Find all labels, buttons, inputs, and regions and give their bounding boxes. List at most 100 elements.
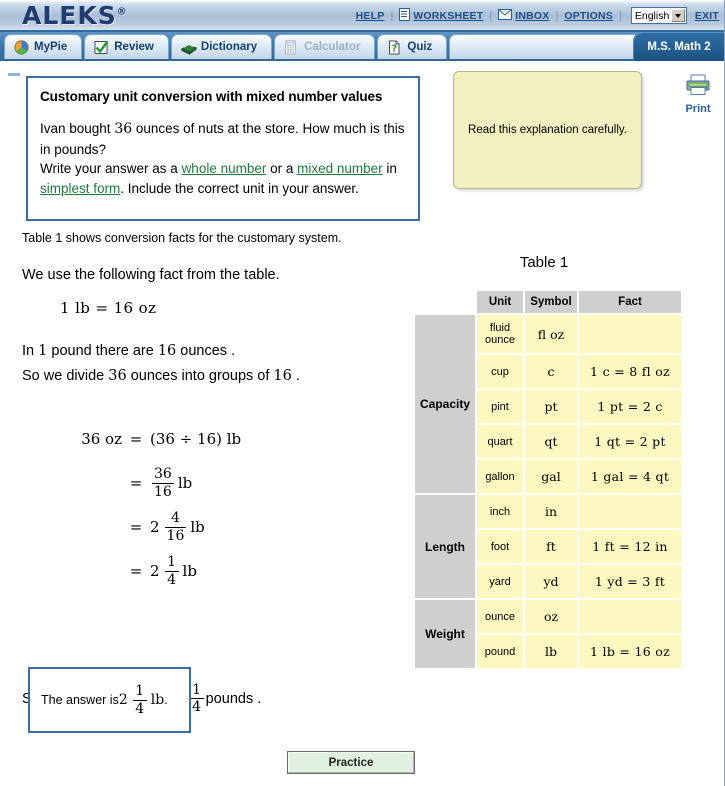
cell-unit: ounce	[477, 600, 523, 633]
cell-symbol: ft	[525, 530, 577, 563]
answer-unit: lb	[150, 692, 165, 708]
fraction-1-over-4: 1 4	[132, 684, 147, 717]
tab-quiz[interactable]: ? Quiz	[377, 34, 448, 59]
cell-unit: yard	[477, 565, 523, 598]
cell-symbol: qt	[525, 425, 577, 458]
worksheet-icon	[399, 7, 411, 24]
cell-fact: 1 qt = 2 pt	[579, 425, 681, 458]
cell-unit: fluid ounce	[477, 315, 523, 353]
in-line-mid: pound there are	[47, 343, 158, 359]
problem-sentence-b-mid: or a	[266, 161, 298, 176]
help-link[interactable]: HELP	[356, 10, 385, 22]
tab-list: MyPie Review Dictionary Calculator ? Qui…	[4, 34, 679, 59]
header-links: HELP | WORKSHEET | INBOX | OPTIONS | Eng…	[356, 7, 719, 24]
tab-calculator: Calculator	[274, 34, 376, 59]
equals-sign: =	[129, 474, 143, 492]
table-row: Weight ounce oz	[415, 600, 681, 668]
language-select[interactable]: English	[630, 7, 687, 24]
group-label-capacity: Capacity	[415, 315, 475, 493]
cell-unit: foot	[477, 530, 523, 563]
svg-text:?: ?	[392, 43, 398, 54]
equation-lhs: 36 oz	[81, 430, 122, 448]
cell-fact: 1 c = 8 fl oz	[579, 355, 681, 388]
table-title: Table 1	[519, 254, 569, 271]
chevron-down-icon[interactable]	[670, 9, 685, 22]
inbox-link[interactable]: INBOX	[515, 10, 549, 22]
fraction-denominator: 4	[135, 700, 145, 717]
link-separator: |	[619, 9, 622, 22]
simplest-form-link[interactable]: simplest form	[40, 181, 120, 196]
problem-sentence-b-post: . Include the correct unit in your answe…	[120, 180, 359, 196]
question-page-icon: ?	[387, 40, 402, 55]
options-link[interactable]: OPTIONS	[564, 10, 613, 22]
solution-intro: Table 1 shows conversion facts for the c…	[22, 231, 342, 245]
cell-symbol: yd	[525, 565, 577, 598]
practice-button[interactable]: Practice	[287, 751, 415, 774]
content-area: Customary unit conversion with mixed num…	[0, 61, 724, 786]
problem-body: Ivan bought 36 ounces of nuts at the sto…	[40, 119, 406, 198]
cell-fact	[579, 315, 681, 353]
in-line-n2: 16	[157, 343, 177, 359]
checkmark-icon	[94, 40, 109, 55]
answer-mixed-number: 2 1 4	[119, 684, 149, 716]
equation-step-3: = 2 4 16 lb	[60, 505, 241, 549]
tab-label: Quiz	[407, 41, 433, 53]
equation-chain: 36 oz = (36 ÷ 16) lb = 36 16 lb = 2 4 16…	[60, 417, 241, 593]
cell-unit: pint	[477, 390, 523, 423]
tab-label: Review	[114, 41, 154, 53]
cell-fact	[579, 495, 681, 528]
fraction-denominator: 4	[192, 699, 202, 716]
explanation-text: Read this explanation carefully.	[468, 124, 627, 136]
exit-link[interactable]: EXIT	[695, 10, 719, 22]
cell-symbol: oz	[525, 600, 577, 633]
collapse-panel-icon[interactable]	[8, 73, 20, 76]
print-label: Print	[685, 103, 711, 115]
tab-mypie[interactable]: MyPie	[4, 34, 83, 59]
aleks-logo: ALEKS®	[22, 1, 128, 30]
cell-symbol: fl oz	[525, 315, 577, 353]
top-header-bar: ALEKS® HELP | WORKSHEET | INBOX | OPTION…	[0, 0, 724, 32]
tab-label: Calculator	[304, 41, 361, 53]
pie-chart-icon	[14, 39, 29, 55]
tab-label: Dictionary	[200, 41, 258, 53]
problem-sentence-b-pre: Write your answer as a	[40, 161, 182, 176]
divide-mid: ounces into groups of	[126, 368, 274, 384]
fraction-numerator: 1	[167, 554, 176, 571]
cell-unit: gallon	[477, 460, 523, 493]
in-line-pre: In	[22, 343, 39, 359]
worksheet-link[interactable]: WORKSHEET	[413, 10, 483, 22]
column-header-symbol: Symbol	[525, 291, 577, 313]
tab-dictionary[interactable]: Dictionary	[170, 34, 273, 59]
cell-fact: 1 ft = 12 in	[579, 530, 681, 563]
equation-step-4-unit: lb	[182, 562, 197, 580]
problem-title: Customary unit conversion with mixed num…	[40, 89, 383, 104]
tab-review[interactable]: Review	[84, 34, 169, 59]
in-line-n1: 1	[38, 343, 48, 359]
table-row: Length inch in	[415, 495, 681, 598]
calculator-icon	[284, 39, 299, 55]
column-header-fact: Fact	[579, 291, 681, 313]
course-tab[interactable]: M.S. Math 2	[633, 32, 724, 61]
cell-symbol: gal	[525, 460, 577, 493]
envelope-icon	[498, 8, 513, 23]
table-corner-blank	[415, 291, 475, 313]
group-label-length: Length	[415, 495, 475, 598]
fraction-4-over-16: 4 16	[164, 511, 187, 543]
print-button[interactable]: Print	[676, 73, 720, 115]
divide-n2: 16	[273, 368, 292, 384]
answer-suffix: .	[164, 693, 168, 707]
equation-step-1-rhs: (36 ÷ 16) lb	[150, 430, 242, 448]
whole-number-link[interactable]: whole number	[182, 161, 267, 176]
mixed-number-2-and-1-4: 2 1 4	[150, 555, 181, 587]
fraction-denominator: 16	[154, 483, 172, 500]
answer-prefix: The answer is	[41, 693, 119, 707]
conclusion-post: pounds .	[205, 690, 262, 707]
mixed-number-link[interactable]: mixed number	[297, 161, 383, 176]
cell-fact: 1 yd = 3 ft	[579, 565, 681, 598]
equation-step-2: = 36 16 lb	[60, 461, 241, 505]
divide-pre: So we divide	[22, 368, 109, 384]
problem-sentence-a-pre: Ivan bought	[40, 121, 115, 136]
solution-text: Table 1 shows conversion facts for the c…	[22, 231, 412, 389]
fraction-numerator: 1	[192, 682, 202, 698]
solution-we-use: We use the following fact from the table…	[22, 267, 280, 283]
